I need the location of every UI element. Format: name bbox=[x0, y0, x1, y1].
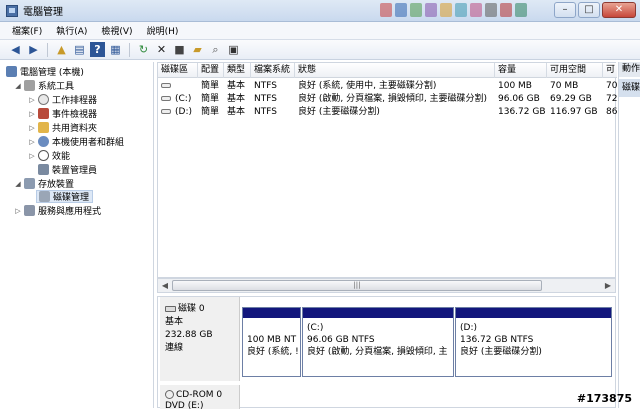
menu-bar: 檔案(F) 執行(A) 檢視(V) 說明(H) bbox=[0, 22, 640, 40]
volume-icon bbox=[161, 83, 171, 88]
partition-c[interactable]: (C:) 96.06 GB NTFS 良好 (啟動, 分頁檔案, 損毀傾印, 主 bbox=[302, 307, 454, 377]
tree-item-event-viewer[interactable]: ▷ 事件檢視器 bbox=[28, 107, 97, 120]
menu-action[interactable]: 執行(A) bbox=[56, 24, 87, 37]
volume-row[interactable]: (D:) 簡單 基本 NTFS 良好 (主要磁碟分割) 136.72 GB 11… bbox=[158, 106, 617, 119]
navigation-tree: 電腦管理 (本機) ◢ 系統工具 ▷ 工作排程器 ▷ 事件檢視器 ▷ 共用資料夾… bbox=[4, 62, 154, 408]
tools-icon bbox=[24, 80, 35, 91]
properties-panel-icon[interactable]: ▦ bbox=[108, 42, 123, 57]
tree-item-shared-folders[interactable]: ▷ 共用資料夾 bbox=[28, 121, 97, 134]
volume-icon bbox=[161, 96, 171, 101]
show-hide-tree-icon[interactable]: ▤ bbox=[72, 42, 87, 57]
expand-arrow-icon[interactable]: ▷ bbox=[28, 138, 36, 146]
column-header-status[interactable]: 狀態 bbox=[295, 63, 495, 78]
expand-arrow-icon[interactable]: ▷ bbox=[28, 96, 36, 104]
tree-item-disk-management[interactable]: 磁碟管理 bbox=[36, 190, 94, 203]
cdrom-icon bbox=[165, 390, 174, 399]
column-header-layout[interactable]: 配置 bbox=[198, 63, 224, 78]
shared-folder-icon bbox=[38, 122, 49, 133]
scroll-right-icon[interactable]: ▶ bbox=[601, 279, 615, 292]
expand-arrow-icon[interactable]: ▷ bbox=[28, 110, 36, 118]
tree-item-system-tools[interactable]: ◢ 系統工具 bbox=[14, 79, 74, 92]
clock-icon bbox=[38, 94, 49, 105]
device-manager-icon bbox=[38, 164, 49, 175]
actions-pane: 動作 磁碟 bbox=[618, 62, 640, 408]
delete-icon[interactable]: ✕ bbox=[154, 42, 169, 57]
open-icon[interactable]: ▰ bbox=[190, 42, 205, 57]
storage-icon bbox=[24, 178, 35, 189]
title-bar: 電腦管理 – □ ✕ bbox=[0, 0, 640, 22]
disk-icon bbox=[165, 305, 176, 312]
minimize-button[interactable]: – bbox=[554, 2, 576, 18]
expand-arrow-icon[interactable]: ▷ bbox=[28, 152, 36, 160]
search-icon[interactable]: ⌕ bbox=[208, 42, 223, 57]
expand-arrow-icon[interactable]: ▷ bbox=[28, 124, 36, 132]
partition-d[interactable]: (D:) 136.72 GB NTFS 良好 (主要磁碟分割) bbox=[455, 307, 612, 377]
disk-0-label[interactable]: 磁碟 0 基本 232.88 GB 連線 bbox=[160, 297, 240, 381]
collapse-arrow-icon[interactable]: ◢ bbox=[14, 180, 22, 188]
column-header-filesystem[interactable]: 檔案系統 bbox=[251, 63, 295, 78]
column-header-capacity[interactable]: 容量 bbox=[495, 63, 547, 78]
event-viewer-icon bbox=[38, 108, 49, 119]
volume-icon bbox=[161, 109, 171, 114]
scroll-left-icon[interactable]: ◀ bbox=[158, 279, 172, 292]
export-icon[interactable]: ▣ bbox=[226, 42, 241, 57]
actions-header: 動作 bbox=[619, 62, 640, 77]
column-header-volume[interactable]: 磁碟區 bbox=[158, 63, 198, 78]
tree-item-device-manager[interactable]: 裝置管理員 bbox=[36, 163, 97, 176]
watermark: #173875 bbox=[576, 392, 632, 405]
partition-system-reserved[interactable]: 100 MB NT 良好 (系統, ! bbox=[242, 307, 301, 377]
tree-item-task-scheduler[interactable]: ▷ 工作排程器 bbox=[28, 93, 97, 106]
taskbar-thumbnails bbox=[380, 3, 527, 17]
cdrom-0-label[interactable]: CD-ROM 0 DVD (E:) bbox=[160, 385, 240, 411]
properties-icon[interactable]: ■ bbox=[172, 42, 187, 57]
computer-icon bbox=[6, 66, 17, 77]
tree-item-computer-management[interactable]: 電腦管理 (本機) bbox=[6, 65, 84, 78]
tree-item-storage[interactable]: ◢ 存放裝置 bbox=[14, 177, 74, 190]
menu-file[interactable]: 檔案(F) bbox=[12, 24, 42, 37]
services-icon bbox=[24, 205, 35, 216]
disk-management-icon bbox=[39, 191, 50, 202]
computer-management-icon bbox=[6, 4, 18, 17]
back-icon[interactable]: ◀ bbox=[8, 42, 23, 57]
menu-view[interactable]: 檢視(V) bbox=[101, 24, 132, 37]
collapse-arrow-icon[interactable]: ◢ bbox=[14, 82, 22, 90]
maximize-button[interactable]: □ bbox=[578, 2, 600, 18]
close-button[interactable]: ✕ bbox=[602, 2, 636, 18]
expand-arrow-icon[interactable]: ▷ bbox=[14, 207, 22, 215]
menu-help[interactable]: 說明(H) bbox=[147, 24, 179, 37]
volume-row[interactable]: 簡單 基本 NTFS 良好 (系統, 使用中, 主要磁碟分割) 100 MB 7… bbox=[158, 80, 617, 93]
horizontal-scrollbar[interactable]: ◀ ||| ▶ bbox=[157, 278, 616, 293]
column-header-percent-free[interactable]: 可 bbox=[603, 63, 617, 78]
window-title: 電腦管理 bbox=[23, 7, 63, 18]
forward-icon[interactable]: ▶ bbox=[26, 42, 41, 57]
refresh-icon[interactable]: ↻ bbox=[136, 42, 151, 57]
tree-item-local-users[interactable]: ▷ 本機使用者和群組 bbox=[28, 135, 124, 148]
toolbar: ◀ ▶ ▲ ▤ ? ▦ ↻ ✕ ■ ▰ ⌕ ▣ bbox=[0, 40, 640, 60]
actions-item-disk-management[interactable]: 磁碟 bbox=[619, 79, 640, 97]
main-pane: 磁碟區 配置 類型 檔案系統 狀態 容量 可用空間 可 簡單 基本 NTFS 良… bbox=[157, 62, 617, 411]
users-icon bbox=[38, 136, 49, 147]
up-folder-icon[interactable]: ▲ bbox=[54, 42, 69, 57]
volume-row[interactable]: (C:) 簡單 基本 NTFS 良好 (啟動, 分頁檔案, 損毀傾印, 主要磁碟… bbox=[158, 93, 617, 106]
disk-graphical-view: 磁碟 0 基本 232.88 GB 連線 100 MB NT 良好 (系統, !… bbox=[157, 296, 616, 411]
tree-item-performance[interactable]: ▷ 效能 bbox=[28, 149, 70, 162]
column-header-free-space[interactable]: 可用空間 bbox=[547, 63, 603, 78]
volume-list-header: 磁碟區 配置 類型 檔案系統 狀態 容量 可用空間 可 bbox=[158, 63, 617, 78]
column-header-type[interactable]: 類型 bbox=[224, 63, 251, 78]
performance-icon bbox=[38, 150, 49, 161]
scrollbar-thumb[interactable]: ||| bbox=[172, 280, 542, 291]
tree-item-services[interactable]: ▷ 服務與應用程式 bbox=[14, 204, 101, 217]
volume-list: 磁碟區 配置 類型 檔案系統 狀態 容量 可用空間 可 簡單 基本 NTFS 良… bbox=[157, 62, 617, 278]
help-icon[interactable]: ? bbox=[90, 42, 105, 57]
